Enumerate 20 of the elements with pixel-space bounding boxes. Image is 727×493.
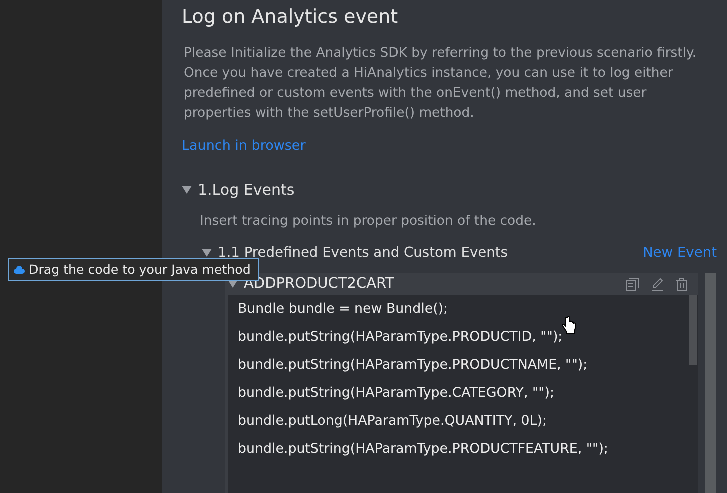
edit-icon[interactable] [651, 278, 664, 290]
scrollbar-thumb[interactable] [705, 273, 716, 493]
hand-cursor-icon [562, 316, 577, 335]
tooltip-text: Drag the code to your Java method [29, 262, 251, 277]
page-title: Log on Analytics event [182, 6, 400, 28]
copy-icon[interactable] [626, 278, 639, 290]
code-line: bundle.putString(HAParamType.PRODUCTNAME, ""); [238, 357, 588, 375]
cloud-icon [14, 265, 25, 274]
delete-icon[interactable] [676, 278, 688, 290]
code-line: Bundle bundle = new Bundle(); [238, 301, 448, 319]
code-line: bundle.putLong(HAParamType.QUANTITY, 0L); [238, 413, 547, 431]
code-line: bundle.putString(HAParamType.PRODUCTID, ""); [238, 329, 563, 347]
expanded-caret-icon[interactable] [182, 185, 192, 195]
section-description: Insert tracing points in proper position of the code. [200, 214, 538, 229]
description: Please Initialize the Analytics SDK by referring to the previous scenario firstly. Once you have created a HiAnalytics instance, you can use it to log either predefined or custom events with the onEvent() method, and set user properties with the setUserProfile() method. [184, 45, 698, 123]
section-title[interactable]: 1.Log Events [198, 181, 295, 199]
subsection-title[interactable]: 1.1 Predefined Events and Custom Events [218, 245, 637, 261]
event-name[interactable]: ADDPRODUCT2CART [244, 276, 620, 292]
code-line: bundle.putString(HAParamType.CATEGORY, ""); [238, 385, 555, 403]
code-line: bundle.putString(HAParamType.PRODUCTFEATURE, ""); [238, 441, 608, 459]
